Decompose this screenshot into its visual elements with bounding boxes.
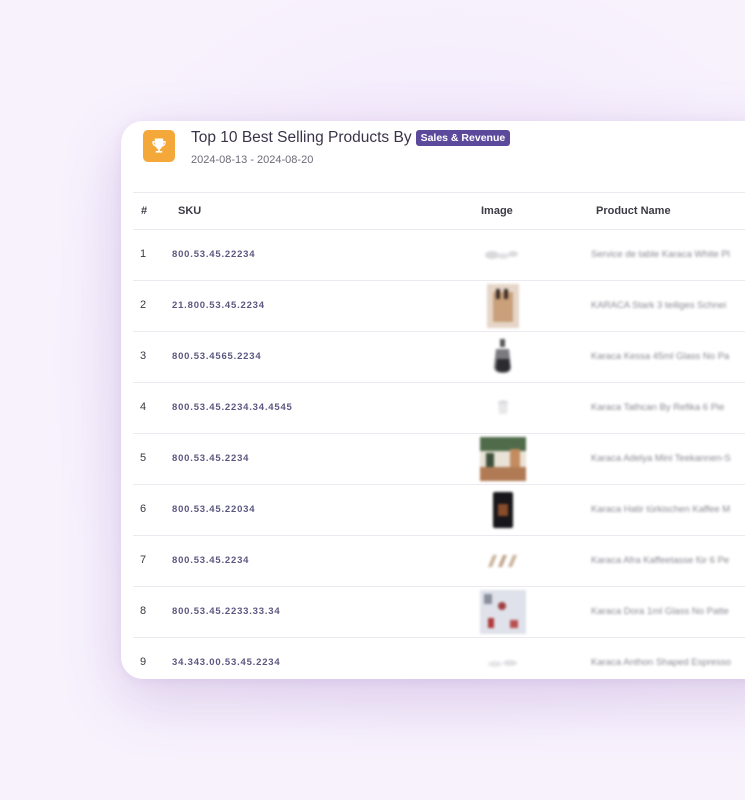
row-number: 8 bbox=[140, 605, 147, 617]
product-image bbox=[480, 437, 526, 481]
product-thumbnail bbox=[463, 436, 543, 482]
page-background: Top 10 Best Selling Products By Sales & … bbox=[0, 0, 745, 800]
table-row[interactable]: 1 800.53.45.22234 Service de table Karac… bbox=[133, 230, 745, 281]
card-title: Top 10 Best Selling Products By bbox=[191, 129, 412, 146]
product-image bbox=[498, 400, 508, 414]
product-image bbox=[494, 339, 511, 373]
trophy-icon bbox=[152, 138, 166, 153]
table-row[interactable]: 8 800.53.45.2233.33.34 Karaca Dora 1ml G… bbox=[133, 587, 745, 638]
row-sku: 800.53.45.2234 bbox=[172, 453, 250, 464]
row-number: 3 bbox=[140, 350, 147, 362]
row-sku: 800.53.45.2233.33.34 bbox=[172, 606, 281, 617]
row-product-name: Service de table Karaca White Pl bbox=[591, 249, 730, 260]
row-number: 2 bbox=[140, 299, 147, 311]
row-product-name: KARACA Stark 3 teiliges Schnei bbox=[591, 300, 727, 311]
row-sku: 800.53.45.2234 bbox=[172, 555, 250, 566]
title-block: Top 10 Best Selling Products By Sales & … bbox=[191, 129, 511, 166]
product-thumbnail bbox=[463, 640, 543, 679]
row-sku: 21.800.53.45.2234 bbox=[172, 300, 265, 311]
metric-badge[interactable]: Sales & Revenue bbox=[415, 130, 511, 146]
table-row[interactable]: 3 800.53.4565.2234 Karaca Kessa 45ml Gla… bbox=[133, 332, 745, 383]
table-row[interactable]: 9 34.343.00.53.45.2234 Karaca Anthon Sha… bbox=[133, 638, 745, 679]
row-number: 4 bbox=[140, 401, 147, 413]
column-header-number[interactable]: # bbox=[141, 205, 147, 217]
column-header-image[interactable]: Image bbox=[481, 205, 513, 217]
row-number: 9 bbox=[140, 656, 147, 668]
row-product-name: Karaca Adelya Mini Teekannen-S bbox=[591, 453, 731, 464]
row-number: 6 bbox=[140, 503, 147, 515]
product-thumbnail bbox=[463, 538, 543, 584]
table-row[interactable]: 4 800.53.45.2234.34.4545 Karaca Tathcan … bbox=[133, 383, 745, 434]
product-image bbox=[488, 555, 517, 567]
column-header-sku[interactable]: SKU bbox=[178, 205, 201, 217]
date-range: 2024-08-13 - 2024-08-20 bbox=[191, 154, 314, 166]
product-thumbnail bbox=[463, 487, 543, 533]
row-number: 5 bbox=[140, 452, 147, 464]
product-thumbnail bbox=[463, 385, 543, 431]
product-image bbox=[480, 590, 526, 634]
row-product-name: Karaca Tathcan By Refika 6 Pie bbox=[591, 402, 725, 413]
best-selling-products-card: Top 10 Best Selling Products By Sales & … bbox=[121, 121, 745, 679]
row-sku: 800.53.45.22234 bbox=[172, 249, 256, 260]
row-sku: 800.53.4565.2234 bbox=[172, 351, 262, 362]
table-row[interactable]: 5 800.53.45.2234 Karaca Adelya Mini Teek… bbox=[133, 434, 745, 485]
trophy-icon-box bbox=[143, 130, 175, 162]
row-sku: 800.53.45.2234.34.4545 bbox=[172, 402, 293, 413]
row-product-name: Karaca Hatir türkischen Kaffee M bbox=[591, 504, 731, 515]
product-thumbnail bbox=[463, 232, 543, 278]
table-row[interactable]: 2 21.800.53.45.2234 KARACA Stark 3 teili… bbox=[133, 281, 745, 332]
row-product-name: Karaca Afra Kaffeetasse für 6 Pe bbox=[591, 555, 730, 566]
product-image bbox=[487, 284, 519, 328]
row-sku: 800.53.45.22034 bbox=[172, 504, 256, 515]
table-row[interactable]: 7 800.53.45.2234 Karaca Afra Kaffeetasse… bbox=[133, 536, 745, 587]
card-header: Top 10 Best Selling Products By Sales & … bbox=[143, 129, 511, 179]
title-row: Top 10 Best Selling Products By Sales & … bbox=[191, 129, 511, 147]
row-number: 7 bbox=[140, 554, 147, 566]
row-sku: 34.343.00.53.45.2234 bbox=[172, 657, 281, 668]
row-product-name: Karaca Kessa 45ml Glass No Pa bbox=[591, 351, 730, 362]
product-thumbnail bbox=[463, 283, 543, 329]
product-image bbox=[488, 660, 517, 667]
products-table: # SKU Image Product Name 1 800.53.45.222… bbox=[133, 192, 745, 679]
product-thumbnail bbox=[463, 334, 543, 380]
row-number: 1 bbox=[140, 248, 147, 260]
product-thumbnail bbox=[463, 589, 543, 635]
table-row[interactable]: 6 800.53.45.22034 Karaca Hatir türkische… bbox=[133, 485, 745, 536]
row-product-name: Karaca Anthon Shaped Espresso bbox=[591, 657, 731, 668]
product-image bbox=[493, 492, 513, 528]
column-header-product-name[interactable]: Product Name bbox=[596, 205, 671, 217]
product-image bbox=[485, 251, 518, 259]
table-header: # SKU Image Product Name bbox=[133, 193, 745, 230]
row-product-name: Karaca Dora 1ml Glass No Patte bbox=[591, 606, 729, 617]
